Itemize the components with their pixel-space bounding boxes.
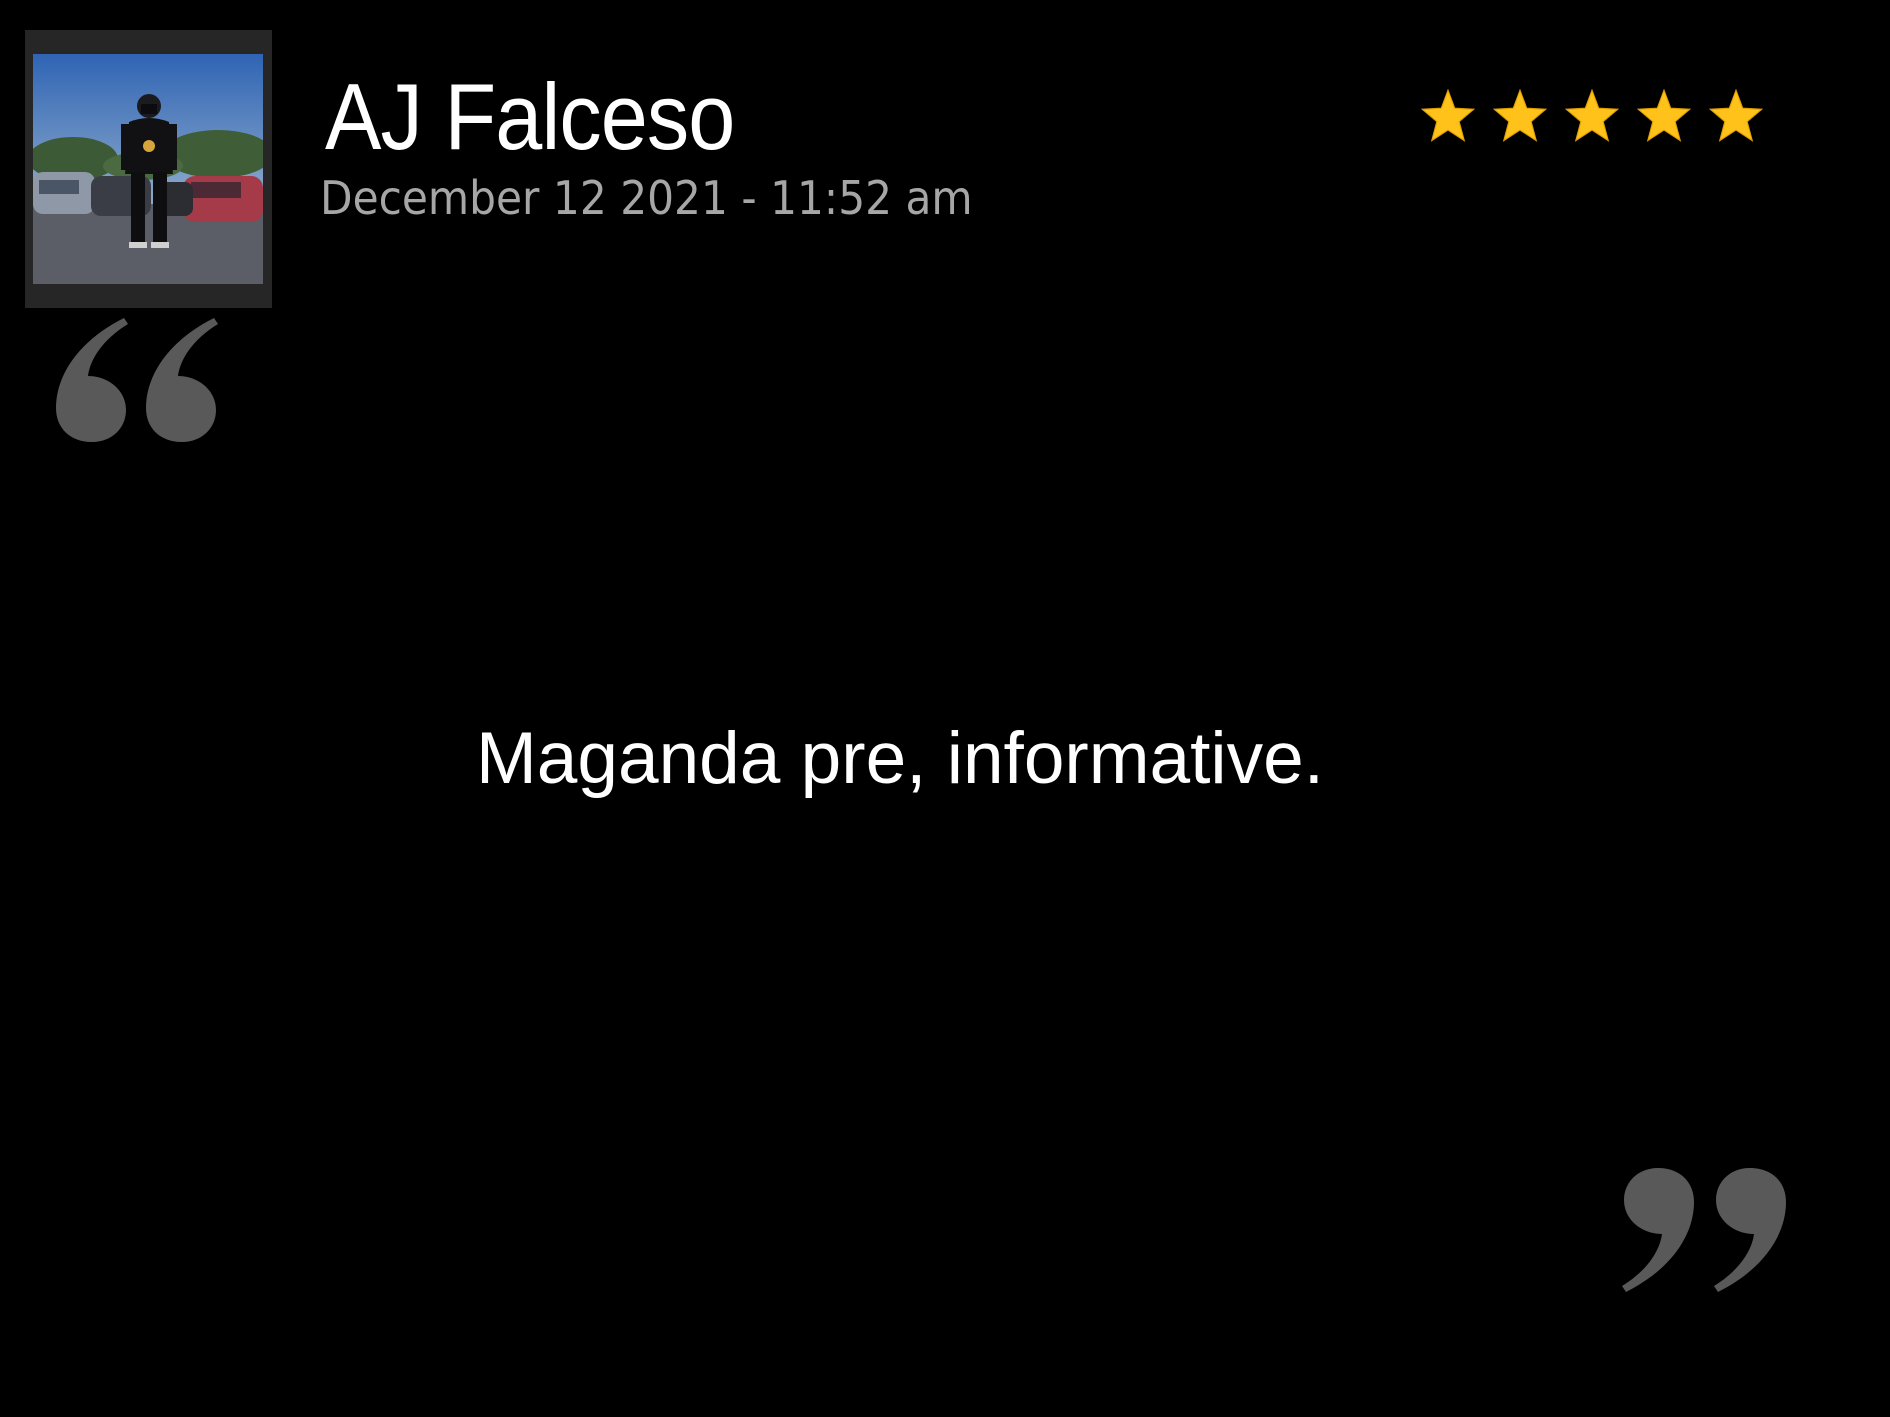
star-icon — [1708, 88, 1764, 142]
star-icon — [1420, 88, 1476, 142]
open-quote-icon — [56, 318, 218, 442]
review-text: Maganda pre, informative. — [475, 718, 1325, 799]
reviewer-name: AJ Falceso — [325, 64, 735, 169]
star-rating — [1420, 88, 1764, 144]
star-icon — [1636, 88, 1692, 142]
reviewer-photo — [33, 54, 263, 284]
review-date: December 12 2021 - 11:52 am — [320, 171, 973, 225]
close-quote-icon — [1622, 1168, 1786, 1292]
avatar — [25, 30, 272, 308]
star-icon — [1492, 88, 1548, 142]
star-icon — [1564, 88, 1620, 142]
